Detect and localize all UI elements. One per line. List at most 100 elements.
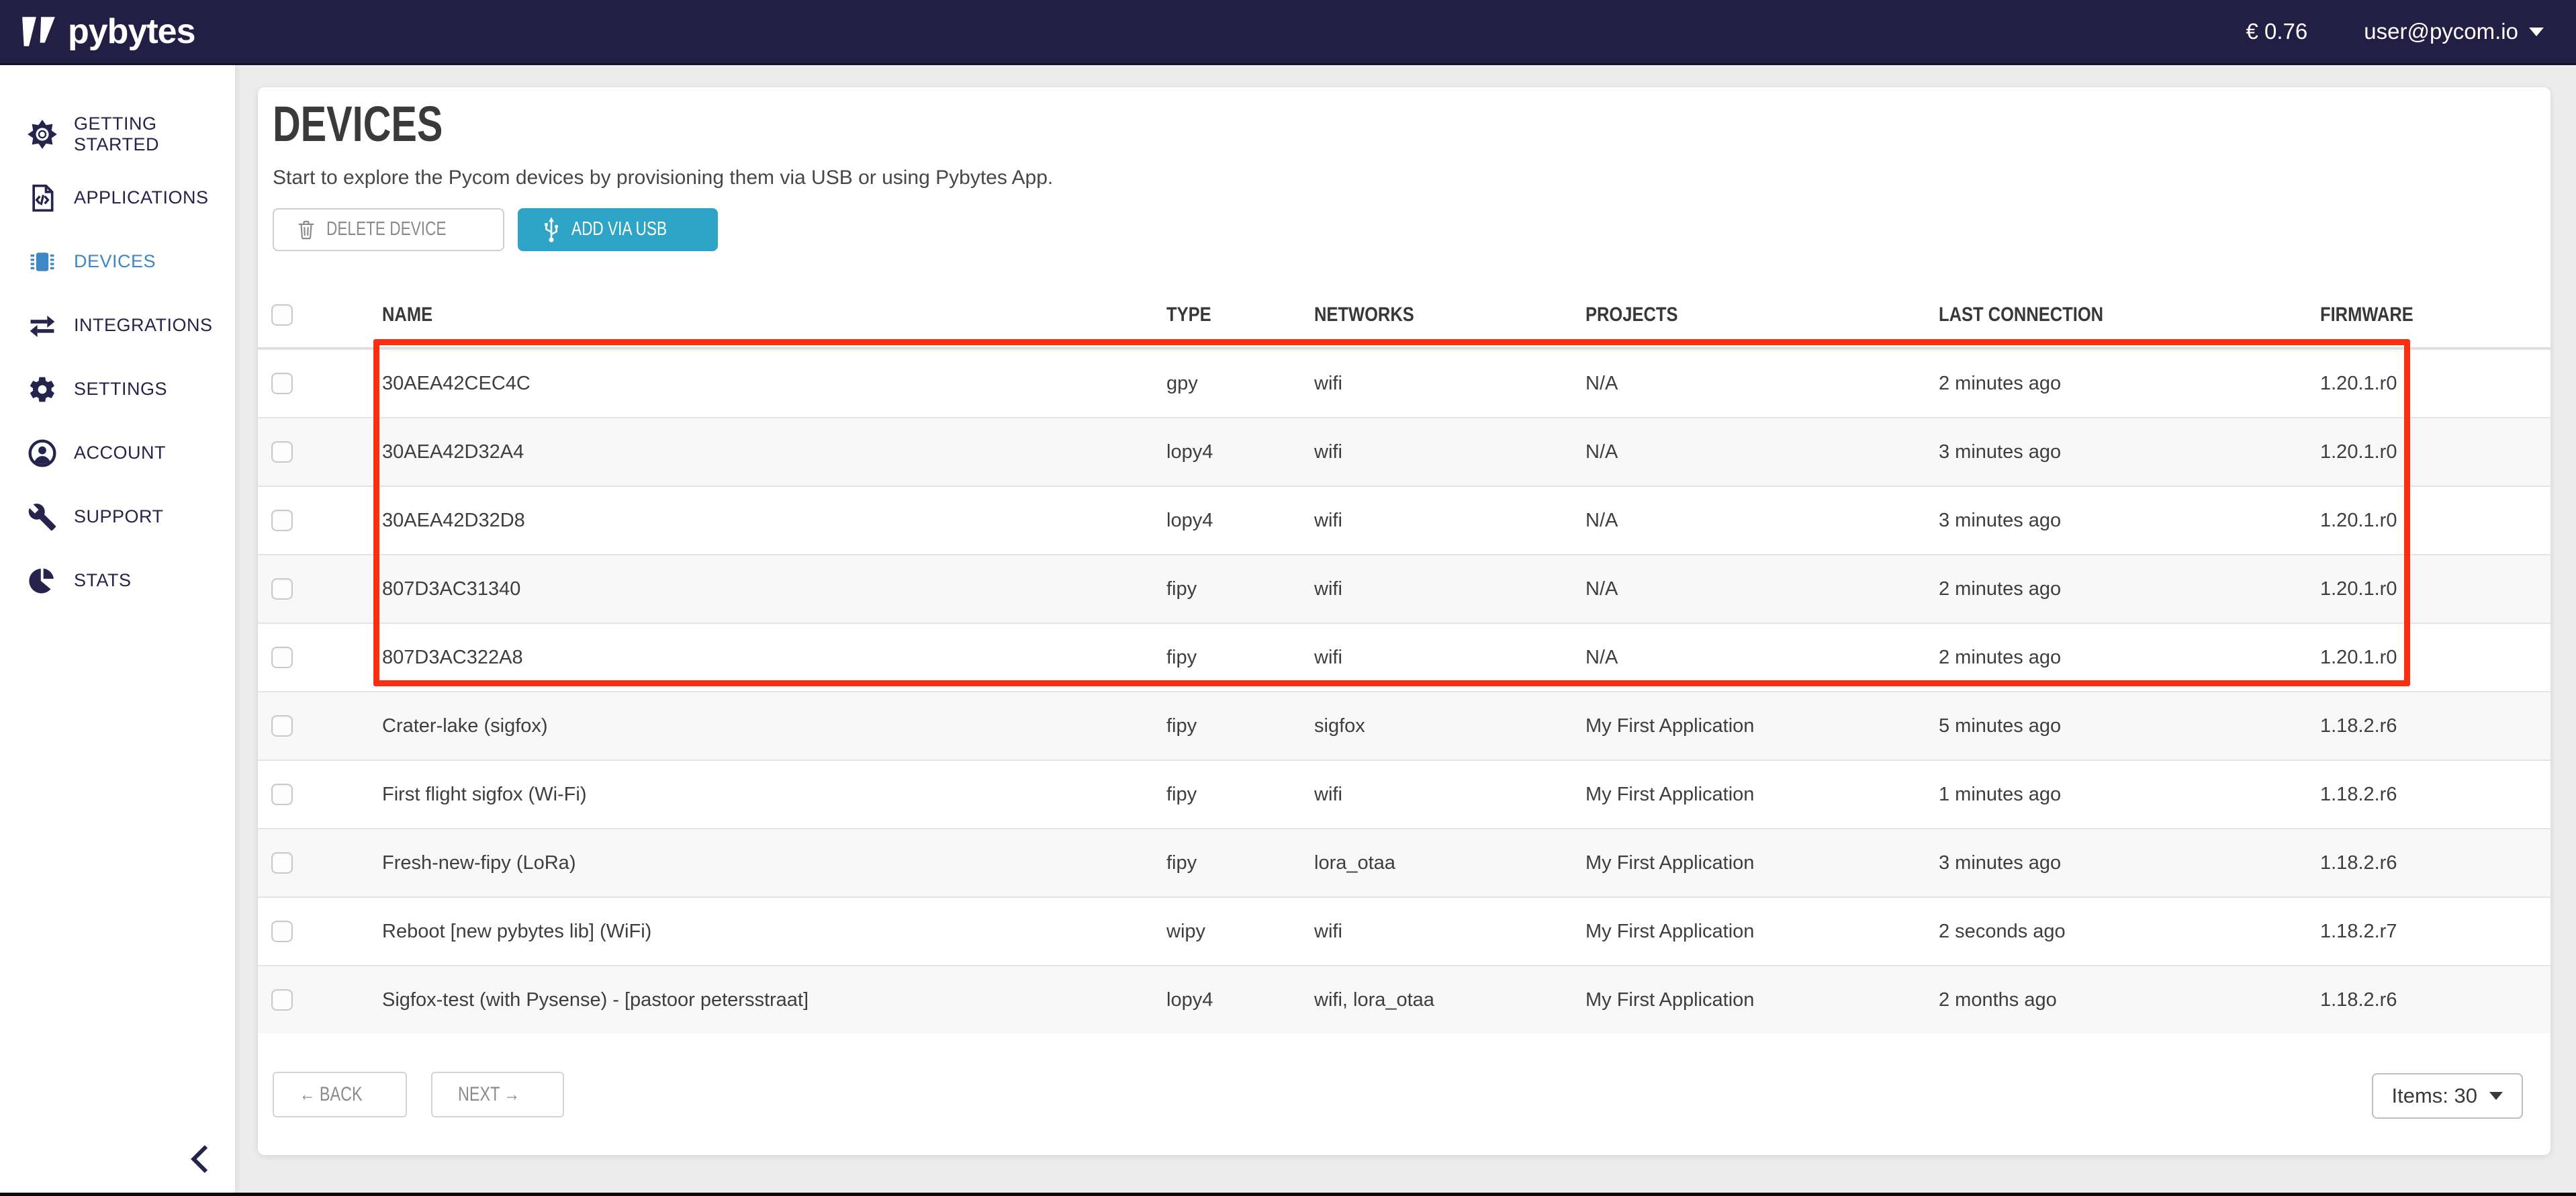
- sidebar-item-label: ACCOUNT: [74, 443, 166, 463]
- row-checkbox[interactable]: [271, 852, 293, 874]
- row-checkbox[interactable]: [271, 510, 293, 531]
- row-checkbox[interactable]: [271, 715, 293, 737]
- usb-icon: [542, 216, 561, 243]
- sidebar-item-support[interactable]: SUPPORT: [0, 485, 235, 549]
- sidebar-item-settings[interactable]: SETTINGS: [0, 357, 235, 421]
- cell-firmware: 1.20.1.r0: [2320, 373, 2550, 395]
- arrows-exchange-icon: [27, 310, 58, 341]
- cell-name: Crater-lake (sigfox): [382, 715, 1166, 737]
- cell-name: Fresh-new-fipy (LoRa): [382, 852, 1166, 874]
- cell-type: fipy: [1166, 715, 1314, 737]
- column-header-firmware: FIRMWARE: [2320, 304, 2550, 326]
- cell-networks: wifi: [1314, 373, 1585, 395]
- cell-name: 30AEA42CEC4C: [382, 373, 1166, 395]
- delete-device-label: DELETE DEVICE: [326, 218, 446, 240]
- next-button[interactable]: NEXT →: [431, 1072, 564, 1117]
- cell-name: Reboot [new pybytes lib] (WiFi): [382, 921, 1166, 943]
- table-header-row: NAME TYPE NETWORKS PROJECTS LAST CONNECT…: [258, 283, 2550, 349]
- back-button[interactable]: ← BACK: [273, 1072, 407, 1117]
- add-via-usb-button[interactable]: ADD VIA USB: [518, 208, 718, 251]
- wrench-icon: [27, 502, 58, 533]
- sidebar-item-stats[interactable]: STATS: [0, 549, 235, 612]
- row-checkbox[interactable]: [271, 647, 293, 668]
- cell-networks: wifi: [1314, 921, 1585, 943]
- cell-type: fipy: [1166, 578, 1314, 600]
- delete-device-button[interactable]: DELETE DEVICE: [273, 208, 504, 251]
- cell-firmware: 1.18.2.r6: [2320, 989, 2550, 1011]
- sidebar-item-applications[interactable]: APPLICATIONS: [0, 166, 235, 230]
- table-row[interactable]: 30AEA42CEC4CgpywifiN/A2 minutes ago1.20.…: [258, 349, 2550, 417]
- cell-networks: wifi, lora_otaa: [1314, 989, 1585, 1011]
- sidebar-item-devices[interactable]: DEVICES: [0, 230, 235, 293]
- top-bar: pybytes € 0.76 user@pycom.io: [0, 0, 2576, 65]
- account-balance: € 0.76: [2246, 19, 2308, 44]
- cell-name: 30AEA42D32A4: [382, 441, 1166, 463]
- table-row[interactable]: First flight sigfox (Wi-Fi)fipywifiMy Fi…: [258, 760, 2550, 828]
- sidebar-item-account[interactable]: ACCOUNT: [0, 421, 235, 485]
- cell-type: lopy4: [1166, 510, 1314, 532]
- cell-projects: My First Application: [1585, 784, 1939, 806]
- sidebar-item-integrations[interactable]: INTEGRATIONS: [0, 293, 235, 357]
- table-row[interactable]: Reboot [new pybytes lib] (WiFi)wipywifiM…: [258, 896, 2550, 965]
- cell-projects: N/A: [1585, 510, 1939, 532]
- row-checkbox[interactable]: [271, 578, 293, 600]
- cell-networks: wifi: [1314, 647, 1585, 669]
- cell-networks: sigfox: [1314, 715, 1585, 737]
- cell-last_connection: 3 minutes ago: [1939, 441, 2320, 463]
- select-all-checkbox[interactable]: [271, 304, 293, 326]
- table-row[interactable]: Fresh-new-fipy (LoRa)fipylora_otaaMy Fir…: [258, 828, 2550, 896]
- items-per-page-dropdown[interactable]: Items: 30: [2372, 1073, 2524, 1119]
- user-email: user@pycom.io: [2364, 19, 2518, 44]
- cell-type: lopy4: [1166, 989, 1314, 1011]
- pybytes-logo: pybytes: [19, 11, 195, 52]
- table-row[interactable]: 30AEA42D32D8lopy4wifiN/A3 minutes ago1.2…: [258, 486, 2550, 554]
- sidebar-item-label: DEVICES: [74, 251, 156, 272]
- cell-networks: wifi: [1314, 578, 1585, 600]
- cell-networks: wifi: [1314, 441, 1585, 463]
- cell-last_connection: 1 minutes ago: [1939, 784, 2320, 806]
- devices-panel: DEVICES Start to explore the Pycom devic…: [258, 87, 2550, 1155]
- table-row[interactable]: Crater-lake (sigfox)fipysigfoxMy First A…: [258, 691, 2550, 760]
- sidebar-item-label: GETTING STARTED: [74, 113, 235, 155]
- cell-networks: lora_otaa: [1314, 852, 1585, 874]
- table-row[interactable]: Sigfox-test (with Pysense) - [pastoor pe…: [258, 965, 2550, 1033]
- cell-projects: My First Application: [1585, 989, 1939, 1011]
- trash-icon: [297, 220, 316, 240]
- column-header-name: NAME: [382, 304, 1166, 326]
- cell-firmware: 1.18.2.r7: [2320, 921, 2550, 943]
- sidebar: GETTING STARTED APPLICATIONS DEVICES INTEGR…: [0, 65, 235, 1193]
- cell-firmware: 1.18.2.r6: [2320, 715, 2550, 737]
- row-checkbox[interactable]: [271, 373, 293, 394]
- cell-firmware: 1.20.1.r0: [2320, 441, 2550, 463]
- cell-last_connection: 3 minutes ago: [1939, 510, 2320, 532]
- column-header-projects: PROJECTS: [1585, 304, 1939, 326]
- row-checkbox[interactable]: [271, 921, 293, 942]
- cell-projects: N/A: [1585, 578, 1939, 600]
- cell-projects: N/A: [1585, 441, 1939, 463]
- cell-last_connection: 2 minutes ago: [1939, 578, 2320, 600]
- column-header-networks: NETWORKS: [1314, 304, 1585, 326]
- sidebar-item-label: SUPPORT: [74, 506, 164, 527]
- table-row[interactable]: 30AEA42D32A4lopy4wifiN/A3 minutes ago1.2…: [258, 417, 2550, 486]
- cell-type: gpy: [1166, 373, 1314, 395]
- row-checkbox[interactable]: [271, 989, 293, 1011]
- row-checkbox[interactable]: [271, 441, 293, 463]
- cell-projects: N/A: [1585, 373, 1939, 395]
- cell-projects: My First Application: [1585, 715, 1939, 737]
- chip-icon: [27, 246, 58, 277]
- cell-type: fipy: [1166, 852, 1314, 874]
- cell-last_connection: 2 minutes ago: [1939, 373, 2320, 395]
- user-menu[interactable]: user@pycom.io: [2364, 19, 2544, 44]
- cell-firmware: 1.18.2.r6: [2320, 784, 2550, 806]
- cell-networks: wifi: [1314, 784, 1585, 806]
- screen-bottom-edge: [0, 1193, 2576, 1196]
- user-circle-icon: [27, 438, 58, 469]
- collapse-sidebar-icon[interactable]: [183, 1140, 220, 1178]
- sidebar-item-label: STATS: [74, 570, 132, 591]
- table-row[interactable]: 807D3AC322A8fipywifiN/A2 minutes ago1.20…: [258, 623, 2550, 691]
- cell-firmware: 1.20.1.r0: [2320, 510, 2550, 532]
- sidebar-item-getting-started[interactable]: GETTING STARTED: [0, 102, 235, 166]
- row-checkbox[interactable]: [271, 784, 293, 805]
- table-row[interactable]: 807D3AC31340fipywifiN/A2 minutes ago1.20…: [258, 554, 2550, 623]
- gear-icon: [27, 374, 58, 405]
